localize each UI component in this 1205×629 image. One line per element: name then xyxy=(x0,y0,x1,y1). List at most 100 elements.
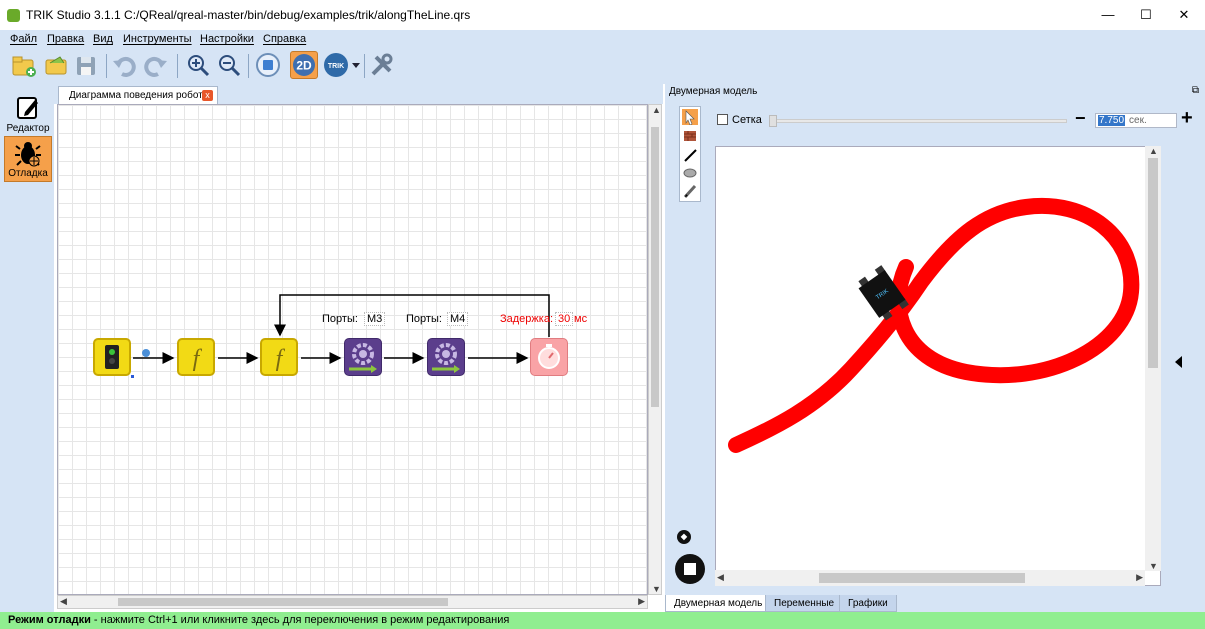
scroll-right-icon[interactable]: ▶ xyxy=(1136,572,1143,583)
tab-graphs[interactable]: Графики xyxy=(839,595,897,612)
undo-icon[interactable] xyxy=(110,51,138,79)
traffic-light-icon xyxy=(105,345,119,369)
diagram-tab[interactable]: Диаграмма поведения робота x xyxy=(58,86,218,104)
bottom-tabs: Двумерная модель Переменные Графики xyxy=(665,595,1205,612)
minimize-button[interactable]: — xyxy=(1098,5,1118,25)
wall-tool-icon[interactable] xyxy=(682,128,698,144)
toolbar-separator xyxy=(248,54,249,78)
scroll-down-icon[interactable]: ▼ xyxy=(1149,561,1158,571)
2d-model-button[interactable]: 2D xyxy=(290,51,318,79)
timer-delay-unit: мс xyxy=(574,313,588,325)
robot-settings-icon[interactable]: ◆ xyxy=(677,530,691,544)
time-unit: сек. xyxy=(1129,115,1147,126)
status-bar[interactable]: Режим отладки - нажмите Ctrl+1 или кликн… xyxy=(0,612,1205,629)
stop-square-icon xyxy=(684,563,696,575)
close-button[interactable]: ✕ xyxy=(1174,5,1194,25)
scroll-up-icon[interactable]: ▲ xyxy=(1149,146,1158,156)
collapse-panel-icon[interactable] xyxy=(1175,356,1182,368)
selection-handle xyxy=(131,375,134,378)
2d-label: 2D xyxy=(296,59,312,73)
zoom-out-button[interactable]: − xyxy=(1075,108,1086,129)
grid-size-slider[interactable] xyxy=(769,115,1067,127)
grid-checkbox[interactable] xyxy=(717,114,728,125)
toolbar-separator xyxy=(364,54,365,78)
drawing-palette xyxy=(679,106,701,202)
scroll-down-icon[interactable]: ▼ xyxy=(652,584,661,594)
timer-delay-label: Задержка: xyxy=(500,313,554,325)
trik-label: TRIK xyxy=(328,63,344,70)
diagram-canvas[interactable]: f f Порты: M3 Порты: M4 Задержка: 30 мс xyxy=(57,104,648,595)
motor1-ports-value[interactable]: M3 xyxy=(364,312,386,326)
function-block-2[interactable]: f xyxy=(260,338,298,376)
motor-block-2[interactable] xyxy=(427,338,465,376)
zoom-out-icon[interactable] xyxy=(215,51,243,79)
model2d-panel: Двумерная модель ⧉ Сетка − 7.750сек. + xyxy=(665,84,1205,612)
toolbar-separator xyxy=(106,54,107,78)
stop-simulation-button[interactable] xyxy=(675,554,705,584)
menu-bar: Файл Правка Вид Инструменты Настройки Сп… xyxy=(0,30,1205,48)
settings-tools-icon[interactable] xyxy=(368,51,396,79)
motor1-ports-label: Порты: xyxy=(322,313,358,325)
timer-block[interactable] xyxy=(530,338,568,376)
canvas-vertical-scrollbar[interactable]: ▲ ▼ xyxy=(648,104,662,595)
undock-icon[interactable]: ⧉ xyxy=(1192,85,1199,96)
trajectory-line xyxy=(728,197,1140,453)
stop-icon[interactable] xyxy=(254,51,282,79)
model2d-scene[interactable]: TRIK xyxy=(715,146,1161,586)
scroll-left-icon[interactable]: ◀ xyxy=(60,596,67,607)
menu-tools[interactable]: Инструменты xyxy=(123,33,192,45)
scroll-right-icon[interactable]: ▶ xyxy=(638,596,645,607)
menu-edit[interactable]: Правка xyxy=(47,33,84,45)
save-icon[interactable] xyxy=(72,51,100,79)
open-icon[interactable] xyxy=(42,51,70,79)
trik-robot-button[interactable]: TRIK xyxy=(322,51,362,79)
scroll-thumb[interactable] xyxy=(118,598,448,606)
initial-node-block[interactable] xyxy=(93,338,131,376)
maximize-button[interactable]: ☐ xyxy=(1136,5,1156,25)
motor2-ports-value[interactable]: M4 xyxy=(447,312,469,326)
canvas-horizontal-scrollbar[interactable]: ◀ ▶ xyxy=(57,595,648,609)
timer-delay-value[interactable]: 30 xyxy=(555,312,574,326)
scroll-thumb[interactable] xyxy=(1148,158,1158,368)
scroll-left-icon[interactable]: ◀ xyxy=(717,572,724,583)
toolbar-separator xyxy=(177,54,178,78)
diagram-tab-label: Диаграмма поведения робота xyxy=(69,90,209,101)
pencil-tool-icon[interactable] xyxy=(682,183,698,199)
new-project-icon[interactable] xyxy=(10,51,38,79)
scene-horizontal-scrollbar[interactable]: ◀ ▶ xyxy=(715,570,1145,586)
model2d-panel-title: Двумерная модель xyxy=(669,86,758,97)
scroll-up-icon[interactable]: ▲ xyxy=(652,105,661,115)
function-block-1[interactable]: f xyxy=(177,338,215,376)
scroll-thumb[interactable] xyxy=(819,573,1025,583)
debug-mode-button[interactable]: Отладка xyxy=(4,136,52,182)
editor-pencil-icon xyxy=(17,97,38,119)
ellipse-tool-icon[interactable] xyxy=(682,165,698,181)
tab-variables[interactable]: Переменные xyxy=(765,595,844,612)
gear-arrow-icon xyxy=(432,343,460,373)
line-tool-icon[interactable] xyxy=(682,147,698,163)
robot-trajectory: TRIK xyxy=(728,197,1140,453)
status-hint: - нажмите Ctrl+1 или кликните здесь для … xyxy=(90,614,510,626)
menu-file[interactable]: Файл xyxy=(10,33,37,45)
function-glyph: f xyxy=(193,346,203,372)
scene-vertical-scrollbar[interactable]: ▲ ▼ xyxy=(1145,146,1161,571)
app-icon xyxy=(7,9,20,22)
slider-handle[interactable] xyxy=(769,115,777,127)
window-title: TRIK Studio 3.1.1 C:/QReal/qreal-master/… xyxy=(26,8,471,22)
menu-settings[interactable]: Настройки xyxy=(200,33,254,45)
title-bar: TRIK Studio 3.1.1 C:/QReal/qreal-master/… xyxy=(0,0,1205,30)
time-display: 7.750 сек. xyxy=(1095,113,1177,128)
cursor-tool-icon[interactable] xyxy=(682,109,698,126)
grid-toggle[interactable]: Сетка xyxy=(717,114,762,126)
scroll-thumb[interactable] xyxy=(651,127,659,407)
tab-2d-model[interactable]: Двумерная модель xyxy=(665,595,772,612)
zoom-in-icon[interactable] xyxy=(184,51,212,79)
tab-close-icon[interactable]: x xyxy=(202,90,213,101)
redo-icon[interactable] xyxy=(142,51,170,79)
editor-tab-bar: Диаграмма поведения робота x xyxy=(54,84,663,104)
menu-view[interactable]: Вид xyxy=(93,33,113,45)
menu-help[interactable]: Справка xyxy=(263,33,306,45)
zoom-in-button[interactable]: + xyxy=(1181,107,1193,130)
editor-mode-button[interactable]: Редактор xyxy=(4,90,52,136)
motor-block-1[interactable] xyxy=(344,338,382,376)
